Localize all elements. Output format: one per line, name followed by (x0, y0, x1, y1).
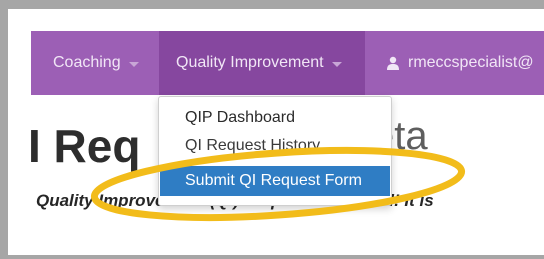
browser-viewport: Coaching Quality Improvement rmeccspecia… (8, 9, 544, 255)
menu-item-qi-request-history[interactable]: QI Request History (160, 131, 390, 161)
qi-dropdown-menu: QIP Dashboard QI Request History Submit … (158, 96, 392, 206)
nav-qi-label: Quality Improvement (176, 54, 324, 71)
menu-item-submit-qi-request-form[interactable]: Submit QI Request Form (160, 166, 390, 196)
nav-coaching-label: Coaching (53, 54, 121, 71)
nav-coaching[interactable]: Coaching (31, 31, 139, 95)
user-icon (387, 56, 399, 70)
chevron-down-icon (128, 61, 139, 67)
page-title: I Req (28, 120, 141, 172)
nav-user-menu[interactable]: rmeccspecialist@ (386, 31, 534, 95)
chevron-down-icon (331, 61, 342, 67)
nav-user-label: rmeccspecialist@ (408, 54, 534, 71)
screenshot-frame: Coaching Quality Improvement rmeccspecia… (0, 0, 544, 259)
nav-quality-improvement[interactable]: Quality Improvement (159, 31, 365, 95)
menu-item-qip-dashboard[interactable]: QIP Dashboard (160, 103, 390, 133)
top-navbar: Coaching Quality Improvement rmeccspecia… (31, 31, 544, 95)
